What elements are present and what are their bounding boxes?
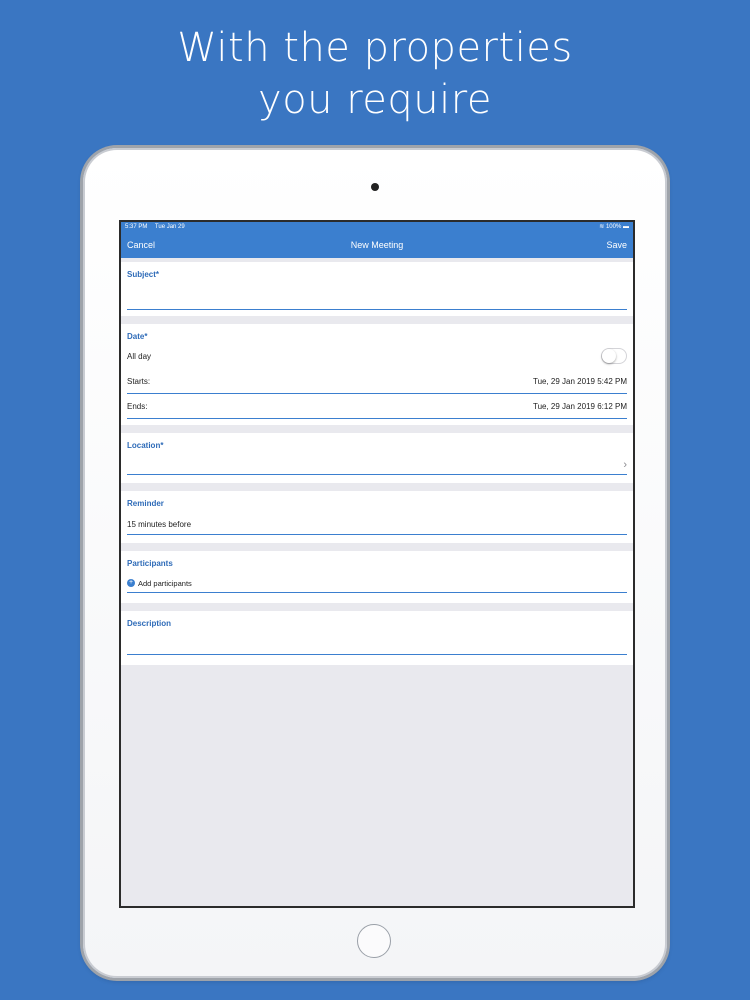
participants-section: Participants + Add participants xyxy=(121,551,633,603)
reminder-value: 15 minutes before xyxy=(127,519,192,529)
reminder-section: Reminder 15 minutes before xyxy=(121,491,633,543)
camera-icon xyxy=(371,183,379,191)
headline-line-1: With the properties xyxy=(177,25,573,71)
reminder-select[interactable]: 15 minutes before xyxy=(127,514,627,535)
starts-value: Tue, 29 Jan 2019 5:42 PM xyxy=(533,376,627,386)
headline-line-2: you require xyxy=(258,77,492,123)
save-button[interactable]: Save xyxy=(606,240,627,250)
description-section: Description xyxy=(121,611,633,665)
toggle-knob xyxy=(602,349,616,363)
location-section: Location* › xyxy=(121,433,633,483)
status-battery: 100% xyxy=(605,224,622,230)
add-participants-label: Add participants xyxy=(138,578,192,588)
ipad-frame: 5:37 PM Tue Jan 29 ≋ 100% ▬ Cancel New M… xyxy=(83,148,667,978)
starts-label: Starts: xyxy=(127,376,151,386)
subject-input[interactable] xyxy=(127,285,627,310)
add-participants-button[interactable]: + Add participants xyxy=(127,574,627,593)
all-day-row: All day xyxy=(127,347,627,365)
add-icon: + xyxy=(127,579,135,587)
subject-section: Subject* xyxy=(121,262,633,316)
ends-label: Ends: xyxy=(127,401,148,411)
chevron-right-icon: › xyxy=(623,459,627,471)
date-section: Date* All day Starts: Tue, 29 Jan 2019 5… xyxy=(121,324,633,425)
location-label: Location* xyxy=(127,441,164,450)
ends-row[interactable]: Ends: Tue, 29 Jan 2019 6:12 PM xyxy=(127,394,627,419)
app-screen: 5:37 PM Tue Jan 29 ≋ 100% ▬ Cancel New M… xyxy=(119,220,635,908)
starts-row[interactable]: Starts: Tue, 29 Jan 2019 5:42 PM xyxy=(127,369,627,394)
description-label: Description xyxy=(127,619,172,628)
all-day-toggle[interactable] xyxy=(601,348,627,364)
home-button[interactable] xyxy=(357,924,391,958)
participants-label: Participants xyxy=(127,559,173,568)
all-day-label: All day xyxy=(127,351,152,361)
description-input[interactable] xyxy=(127,634,627,655)
battery-icon: ▬ xyxy=(623,224,629,230)
reminder-label: Reminder xyxy=(127,499,164,508)
status-date: Tue Jan 29 xyxy=(154,224,185,230)
nav-bar: Cancel New Meeting Save xyxy=(121,232,633,258)
date-label: Date* xyxy=(127,332,148,341)
ends-value: Tue, 29 Jan 2019 6:12 PM xyxy=(533,401,627,411)
status-time: 5:37 PM xyxy=(125,224,148,230)
subject-label: Subject* xyxy=(127,270,160,279)
cancel-button[interactable]: Cancel xyxy=(127,240,155,250)
page-title: New Meeting xyxy=(350,240,404,250)
location-input[interactable]: › xyxy=(127,456,627,475)
wifi-icon: ≋ xyxy=(599,224,605,230)
headline: With the properties you require xyxy=(0,22,750,126)
status-bar: 5:37 PM Tue Jan 29 ≋ 100% ▬ xyxy=(121,222,633,232)
